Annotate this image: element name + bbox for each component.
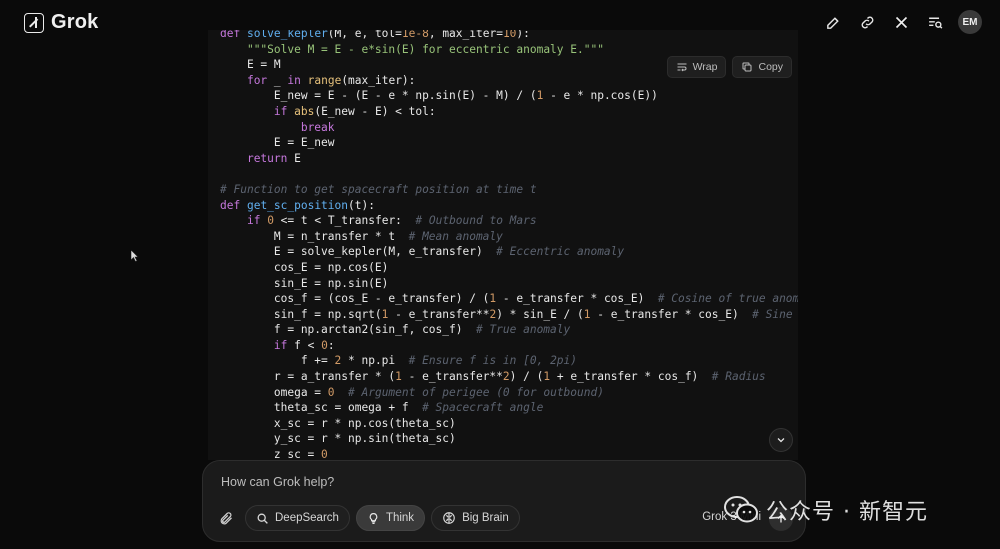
chevron-down-icon [777, 438, 785, 443]
watermark-text: 公众号 · 新智元 [766, 500, 928, 525]
x-logo-icon[interactable] [890, 11, 912, 33]
lightbulb-icon [369, 512, 378, 524]
composer: DeepSearch Think Big Brain Grok 3 Mini [202, 460, 806, 542]
avatar[interactable]: EM [958, 10, 982, 34]
copy-label: Copy [758, 61, 783, 73]
copy-button[interactable]: Copy [732, 56, 792, 78]
think-label: Think [385, 512, 415, 524]
grok-logo-icon [24, 12, 44, 33]
edit-icon[interactable] [822, 11, 844, 33]
deepsearch-label: DeepSearch [275, 512, 339, 524]
wrap-button[interactable]: Wrap [666, 56, 727, 78]
app-name: Grok [51, 11, 99, 33]
composer-toolbar: DeepSearch Think Big Brain [213, 505, 520, 531]
wechat-logo-icon [724, 496, 758, 523]
watermark: 公众号 · 新智元 [724, 494, 928, 526]
app-window: Grok EM def solve_kepler(M, e, tol=1e-8,… [0, 0, 1000, 549]
mouse-cursor-icon [131, 250, 139, 262]
wrap-icon [677, 63, 687, 72]
brain-icon [443, 512, 455, 524]
attach-button[interactable] [213, 505, 239, 531]
big-brain-label: Big Brain [462, 512, 509, 524]
code-block: def solve_kepler(M, e, tol=1e-8, max_ite… [208, 30, 798, 460]
paperclip-icon [220, 511, 232, 524]
header-actions: EM [822, 10, 982, 34]
copy-icon [742, 62, 752, 72]
code-toolbar: Wrap Copy [666, 56, 792, 78]
search-history-icon[interactable] [924, 11, 946, 33]
wrap-label: Wrap [692, 61, 718, 73]
brand[interactable]: Grok [24, 11, 98, 34]
deepsearch-button[interactable]: DeepSearch [245, 505, 350, 531]
think-button[interactable]: Think [355, 505, 426, 531]
link-icon[interactable] [856, 11, 878, 33]
code-content: def solve_kepler(M, e, tol=1e-8, max_ite… [220, 30, 798, 460]
scroll-down-button[interactable] [769, 428, 793, 452]
search-icon [257, 513, 268, 524]
prompt-input[interactable] [221, 475, 621, 489]
big-brain-button[interactable]: Big Brain [431, 505, 520, 531]
